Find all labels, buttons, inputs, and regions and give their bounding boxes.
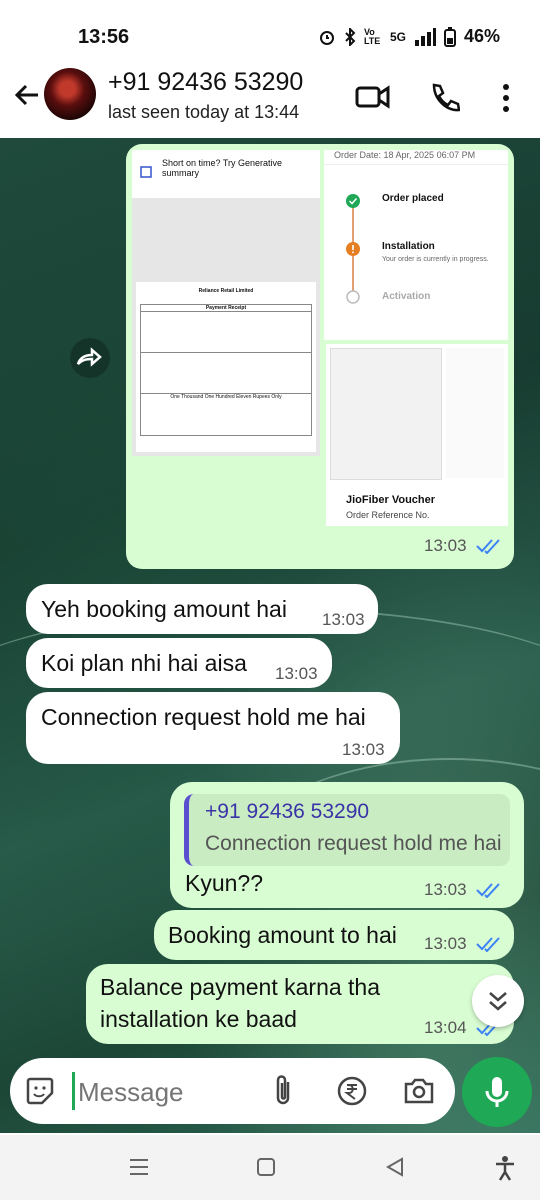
scroll-down-icon: [489, 992, 507, 1011]
voucher-title: JioFiber Voucher: [346, 494, 436, 506]
message-bubble-incoming[interactable]: Koi plan nhi hai aisa 13:03: [26, 638, 332, 688]
voucher-document[interactable]: JioFiber Voucher Order Reference No.: [326, 344, 508, 526]
quoted-sender: +91 92436 53290: [205, 800, 370, 823]
message-composer: [10, 1058, 455, 1124]
message-text-line1: Balance payment karna tha: [100, 974, 381, 1000]
mic-button[interactable]: [462, 1057, 532, 1127]
message-text: Yeh booking amount hai: [41, 596, 287, 622]
mic-icon: [485, 1077, 509, 1107]
contact-name[interactable]: +91 92436 53290: [108, 68, 303, 97]
check-circle-icon: [346, 194, 360, 208]
chat-header: +91 92436 53290 last seen today at 13:44: [0, 62, 540, 138]
message-text: Koi plan nhi hai aisa: [41, 650, 247, 676]
generative-summary-banner[interactable]: Short on time? Try Generative summary: [162, 158, 282, 178]
receipt-amount-words: One Thousand One Hundred Eleven Rupees O…: [170, 394, 282, 400]
message-text-line2: installation ke baad: [100, 1006, 297, 1032]
quoted-text: Connection request hold me hai: [205, 832, 502, 855]
recents-icon[interactable]: [128, 1157, 150, 1177]
media-time: 13:03: [424, 536, 467, 555]
status-time: 13:56: [78, 26, 130, 48]
volte-label: Vo LTE: [363, 26, 381, 46]
message-text: Kyun??: [185, 870, 264, 896]
message-bubble-outgoing[interactable]: Balance payment karna tha installation k…: [86, 964, 514, 1044]
network-label: 5G: [389, 29, 406, 44]
message-time: 13:03: [342, 740, 385, 759]
message-time: 13:03: [424, 880, 467, 899]
quoted-message[interactable]: +91 92436 53290 Connection request hold …: [184, 794, 510, 866]
read-ticks-icon: [476, 937, 500, 952]
message-time: 13:04: [424, 1018, 467, 1037]
bluetooth-icon: [345, 27, 356, 46]
step-installation: Installation: [382, 241, 435, 252]
message-text: Booking amount to hai: [168, 922, 397, 948]
read-ticks-icon: [476, 883, 500, 898]
forward-button[interactable]: [70, 338, 110, 378]
rupee-icon[interactable]: [336, 1075, 368, 1107]
message-bubble-outgoing[interactable]: Booking amount to hai 13:03: [154, 910, 514, 960]
last-seen[interactable]: last seen today at 13:44: [108, 102, 299, 123]
step-activation: Activation: [382, 291, 431, 302]
message-time: 13:03: [424, 934, 467, 953]
summary-icon: [140, 166, 152, 178]
message-time: 13:03: [275, 664, 318, 683]
receipt-document[interactable]: Short on time? Try Generative summary Re…: [132, 150, 320, 456]
camera-icon[interactable]: [402, 1076, 436, 1106]
media-album-bubble[interactable]: Short on time? Try Generative summary Re…: [126, 144, 514, 569]
signal-icon: [414, 27, 436, 46]
message-input[interactable]: [76, 1068, 260, 1116]
accessibility-icon[interactable]: [494, 1155, 516, 1181]
step-order-placed: Order placed: [382, 193, 444, 204]
order-date: Order Date: 18 Apr, 2025 06:07 PM: [324, 150, 508, 165]
video-call-icon[interactable]: [355, 82, 391, 112]
back-icon[interactable]: [384, 1156, 406, 1178]
read-ticks-icon: [476, 539, 500, 554]
message-bubble-outgoing[interactable]: +91 92436 53290 Connection request hold …: [170, 782, 524, 908]
message-time: 13:03: [322, 610, 365, 629]
status-bar: 13:56 Vo LTE 5G 46%: [0, 0, 540, 70]
system-nav-bar: [0, 1135, 540, 1200]
voucher-subtitle: Order Reference No.: [346, 510, 430, 520]
alert-circle-icon: [346, 242, 360, 256]
alarm-icon: [319, 30, 334, 45]
home-icon[interactable]: [256, 1157, 276, 1177]
battery-percent: 46%: [463, 26, 500, 46]
receipt-company: Reliance Retail Limited: [198, 288, 254, 294]
message-bubble-incoming[interactable]: Yeh booking amount hai 13:03: [26, 584, 378, 634]
chat-area[interactable]: Short on time? Try Generative summary Re…: [0, 138, 540, 1133]
attach-icon[interactable]: [272, 1074, 294, 1108]
receipt-heading: Payment Receipt: [141, 305, 311, 312]
scroll-to-bottom-button[interactable]: [472, 975, 524, 1027]
battery-icon: [443, 26, 456, 47]
cursor: [72, 1072, 75, 1110]
message-bubble-incoming[interactable]: Connection request hold me hai 13:03: [26, 692, 400, 764]
phone-icon[interactable]: [428, 82, 460, 114]
sticker-icon[interactable]: [24, 1075, 56, 1107]
avatar[interactable]: [44, 68, 96, 120]
message-text: Connection request hold me hai: [41, 704, 366, 730]
order-status-document[interactable]: Order Date: 18 Apr, 2025 06:07 PM Order …: [324, 150, 508, 340]
back-arrow-icon[interactable]: [12, 80, 42, 110]
step-installation-sub: Your order is currently in progress.: [382, 256, 489, 263]
forward-icon: [76, 347, 102, 367]
more-vert-icon[interactable]: [500, 82, 512, 114]
pending-circle-icon: [346, 290, 360, 304]
